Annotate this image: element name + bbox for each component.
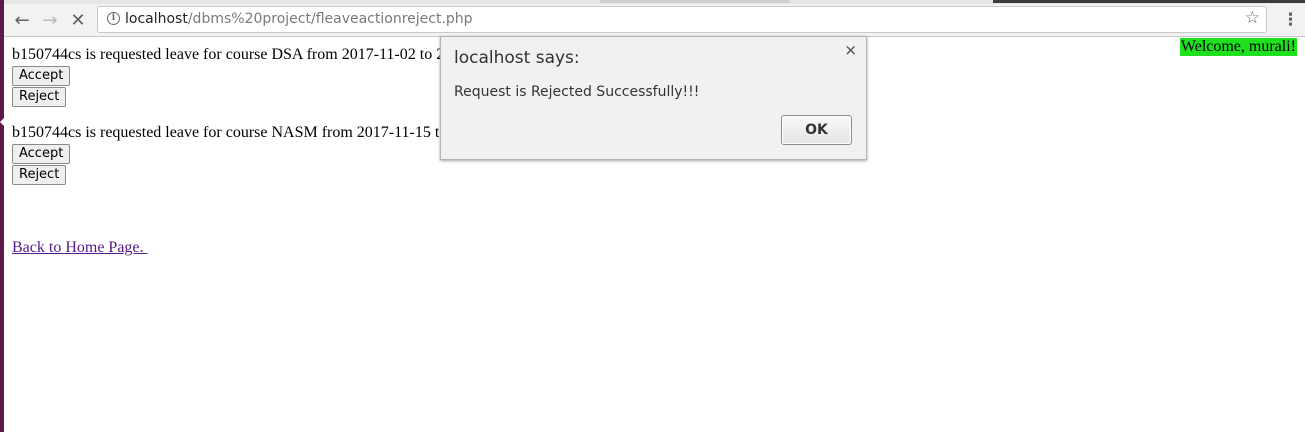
dialog-title: localhost says: [454,48,580,68]
forward-arrow-icon[interactable]: → [39,9,61,31]
back-to-home-link[interactable]: Back to Home Page. [12,239,148,257]
reject-button[interactable]: Reject [12,87,67,107]
site-info-icon[interactable]: i [107,12,120,25]
browser-menu-icon[interactable]: ⋮ [1282,10,1299,30]
welcome-badge: Welcome, murali! [1179,38,1297,56]
bookmark-star-icon[interactable]: ☆ [1245,8,1260,28]
url-host: localhost [125,11,188,27]
address-bar[interactable]: i localhost/dbms%20project/fleaveactionr… [97,6,1267,33]
alert-dialog: localhost says: × Request is Rejected Su… [440,36,867,160]
accept-button[interactable]: Accept [12,66,71,86]
accept-button[interactable]: Accept [12,144,71,164]
leave-request-text: b150744cs is requested leave for course … [12,124,448,141]
back-arrow-icon[interactable]: ← [11,9,33,31]
ok-button[interactable]: OK [781,115,852,145]
reject-button[interactable]: Reject [12,165,67,185]
dialog-message: Request is Rejected Successfully!!! [454,84,700,100]
leave-request-text: b150744cs is requested leave for course … [12,46,445,63]
url-path: /dbms%20project/fleaveactionreject.php [187,11,473,27]
browser-toolbar: ← → ✕ i localhost/dbms%20project/fleavea… [4,4,1305,37]
url-text[interactable]: localhost/dbms%20project/fleaveactionrej… [125,11,473,27]
close-icon[interactable]: × [844,41,857,59]
stop-loading-icon[interactable]: ✕ [67,9,89,31]
